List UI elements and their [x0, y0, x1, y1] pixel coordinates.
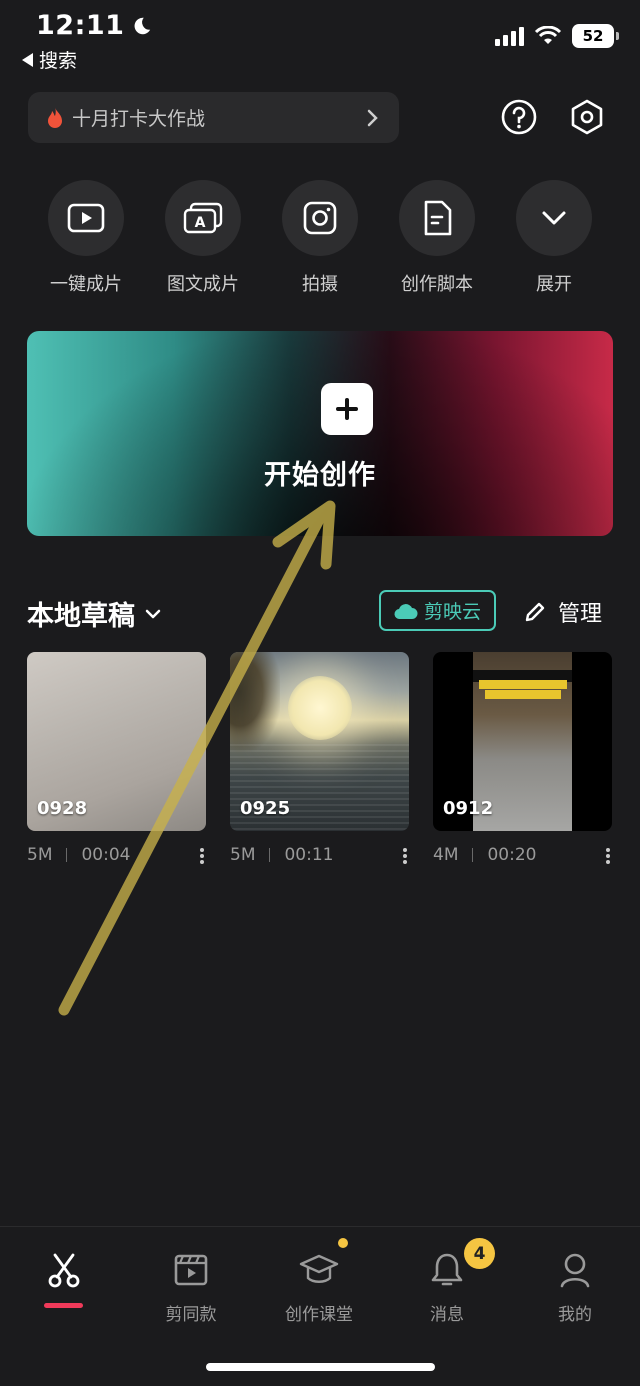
- back-to-search-link[interactable]: 搜索: [22, 46, 77, 73]
- pencil-icon: [525, 602, 545, 622]
- thumbnail-caption-bar: [485, 690, 561, 699]
- tab-icon-wrap: [525, 1248, 625, 1292]
- tab-label: 剪同款: [165, 1305, 217, 1325]
- draft-duration: 00:11: [284, 845, 334, 865]
- clapperboard-icon: [174, 1254, 208, 1286]
- draft-date: 0925: [240, 798, 291, 819]
- plus-icon: [321, 383, 373, 435]
- scissors-icon: [48, 1253, 80, 1288]
- status-time: 12:11: [36, 10, 152, 41]
- quick-action-shoot[interactable]: 拍摄: [275, 180, 365, 296]
- quick-action-label: 图文成片: [167, 274, 239, 295]
- manage-label: 管理: [558, 602, 603, 627]
- meta-divider: [66, 848, 68, 862]
- back-label: 搜索: [39, 50, 78, 72]
- draft-meta: 5M 00:11: [230, 845, 410, 865]
- help-icon[interactable]: [500, 98, 538, 136]
- card-shade: [27, 331, 613, 536]
- tab-courses[interactable]: 创作课堂: [269, 1248, 369, 1325]
- quick-action-script[interactable]: 创作脚本: [392, 180, 482, 296]
- cloud-button[interactable]: 剪映云: [379, 590, 496, 631]
- meta-divider: [472, 848, 474, 862]
- start-creating-card[interactable]: 开始创作: [27, 331, 613, 536]
- home-indicator[interactable]: [206, 1363, 435, 1371]
- quick-action-circle[interactable]: A: [165, 180, 241, 256]
- status-indicators: 52: [495, 24, 619, 48]
- draft-size: 4M: [433, 845, 459, 865]
- quick-action-text-video[interactable]: A 图文成片: [158, 180, 248, 296]
- tab-templates[interactable]: 剪同款: [141, 1248, 241, 1325]
- flame-icon: [48, 106, 62, 128]
- clock: 12:11: [36, 10, 125, 41]
- tab-edit[interactable]: [14, 1248, 114, 1292]
- thumbnail-moon: [288, 676, 352, 740]
- quick-action-label: 一键成片: [50, 274, 122, 295]
- quick-action-label: 展开: [536, 274, 572, 295]
- draft-thumbnail[interactable]: 0925: [230, 652, 409, 831]
- battery-indicator: 52: [572, 24, 619, 48]
- meta-divider: [269, 848, 271, 862]
- more-options-icon[interactable]: [402, 847, 408, 865]
- draft-date: 0912: [443, 798, 494, 819]
- manage-button[interactable]: 管理: [524, 596, 602, 628]
- new-content-dot: [338, 1238, 348, 1248]
- chevron-right-icon: [367, 109, 378, 127]
- moon-icon: [135, 17, 151, 34]
- message-count: 4: [473, 1243, 486, 1264]
- tab-icon-wrap: [269, 1248, 369, 1292]
- play-square-icon: [67, 203, 105, 233]
- more-options-icon[interactable]: [605, 847, 611, 865]
- draft-duration: 00:20: [487, 845, 537, 865]
- draft-thumbnail[interactable]: 0912: [433, 652, 612, 831]
- user-icon: [560, 1253, 590, 1288]
- chevron-down-icon: [542, 211, 566, 225]
- draft-size: 5M: [230, 845, 256, 865]
- svg-text:A: A: [195, 215, 206, 231]
- local-drafts-dropdown[interactable]: 本地草稿: [27, 594, 161, 633]
- draft-size: 5M: [27, 845, 53, 865]
- thumbnail-caption-bar: [479, 680, 567, 689]
- more-options-icon[interactable]: [199, 847, 205, 865]
- draft-duration: 00:04: [81, 845, 131, 865]
- graduation-cap-icon: [299, 1254, 339, 1283]
- active-tab-indicator: [44, 1303, 83, 1308]
- cloud-icon: [394, 603, 418, 619]
- tab-label: 我的: [558, 1305, 592, 1325]
- thumbnail-tree: [230, 652, 280, 752]
- draft-meta: 5M 00:04: [27, 845, 207, 865]
- quick-action-label: 拍摄: [302, 274, 338, 295]
- message-badge: 4: [464, 1238, 495, 1269]
- draft-thumbnail[interactable]: 0928: [27, 652, 206, 831]
- battery-level: 52: [582, 27, 604, 45]
- chevron-down-icon: [145, 609, 161, 618]
- draft-date: 0928: [37, 798, 88, 819]
- tab-icon-wrap: [14, 1248, 114, 1292]
- settings-icon[interactable]: [568, 98, 606, 136]
- draft-meta: 4M 00:20: [433, 845, 613, 865]
- quick-action-label: 创作脚本: [401, 274, 473, 295]
- tab-icon-wrap: [141, 1248, 241, 1292]
- cellular-signal-icon: [495, 26, 524, 46]
- wifi-icon: [534, 26, 562, 44]
- quick-action-circle[interactable]: [48, 180, 124, 256]
- tab-label: 消息: [430, 1305, 464, 1325]
- quick-action-one-click[interactable]: 一键成片: [41, 180, 131, 296]
- drafts-title: 本地草稿: [27, 601, 135, 632]
- quick-action-expand[interactable]: 展开: [509, 180, 599, 296]
- tab-label: 创作课堂: [285, 1305, 353, 1325]
- back-triangle-icon: [22, 52, 33, 67]
- camera-icon: [303, 201, 337, 235]
- tab-profile[interactable]: 我的: [525, 1248, 625, 1325]
- quick-action-circle[interactable]: [516, 180, 592, 256]
- bell-icon: [431, 1253, 463, 1286]
- quick-action-circle[interactable]: [399, 180, 475, 256]
- promo-banner[interactable]: 十月打卡大作战: [28, 92, 399, 143]
- text-to-video-icon: A: [183, 202, 223, 234]
- script-doc-icon: [424, 200, 452, 236]
- cloud-label: 剪映云: [423, 601, 481, 623]
- start-creating-label: 开始创作: [264, 460, 376, 491]
- promo-text: 十月打卡大作战: [72, 108, 206, 130]
- quick-action-circle[interactable]: [282, 180, 358, 256]
